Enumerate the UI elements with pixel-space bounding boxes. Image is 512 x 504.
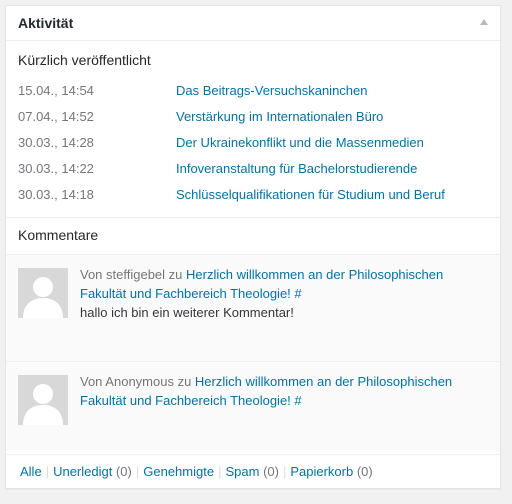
comment-text: Von Anonymous zu Herzlich willkommen an …: [80, 372, 480, 410]
comment-item: Von steffigebel zu Herzlich willkommen a…: [6, 254, 500, 361]
filter-count: (0): [115, 464, 132, 479]
comments-list: Von steffigebel zu Herzlich willkommen a…: [6, 254, 500, 451]
widget-title: Aktivität: [18, 15, 74, 31]
comment-author: Von steffigebel zu: [80, 267, 187, 282]
post-date: 30.03., 14:28: [18, 135, 94, 150]
filter-trash[interactable]: Papierkorb (0): [290, 463, 372, 481]
comment-permalink[interactable]: #: [294, 393, 301, 408]
triangle-up-icon[interactable]: [480, 19, 488, 25]
post-date: 07.04., 14:52: [18, 109, 94, 124]
filter-pending[interactable]: Unerledigt (0): [53, 463, 132, 481]
list-item: 07.04., 14:52 Verstärkung im Internation…: [18, 108, 488, 134]
filter-approved[interactable]: Genehmigte: [143, 463, 214, 481]
filter-link[interactable]: Papierkorb: [290, 464, 353, 479]
post-link[interactable]: Verstärkung im Internationalen Büro: [176, 108, 383, 126]
list-item: 15.04., 14:54 Das Beitrags-Versuchskanin…: [18, 82, 488, 108]
avatar: [18, 268, 68, 318]
avatar-placeholder-icon: [18, 375, 68, 425]
filter-count: (0): [356, 464, 373, 479]
widget-header[interactable]: Aktivität: [6, 6, 500, 41]
comment-item: Von Anonymous zu Herzlich willkommen an …: [6, 361, 500, 451]
post-date: 30.03., 14:18: [18, 187, 94, 202]
avatar-placeholder-icon: [18, 268, 68, 318]
separator: |: [218, 464, 222, 479]
activity-widget: Aktivität Kürzlich veröffentlicht 15.04.…: [5, 5, 501, 489]
comment-author: Von Anonymous zu: [80, 374, 195, 389]
post-link[interactable]: Schlüsselqualifikationen für Studium und…: [176, 186, 445, 204]
list-item: 30.03., 14:28 Der Ukrainekonflikt und di…: [18, 134, 488, 160]
separator: |: [45, 464, 50, 479]
post-link[interactable]: Infoveranstaltung für Bachelorstudierend…: [176, 160, 417, 178]
filter-link[interactable]: Unerledigt: [53, 464, 112, 479]
post-date: 15.04., 14:54: [18, 83, 94, 98]
comment-permalink[interactable]: #: [294, 286, 301, 301]
avatar: [18, 375, 68, 425]
post-link[interactable]: Der Ukrainekonflikt und die Massenmedien: [176, 134, 424, 152]
post-link[interactable]: Das Beitrags-Versuchskaninchen: [176, 82, 368, 100]
filter-count: (0): [263, 464, 279, 479]
comment-body: hallo ich bin ein weiterer Kommentar!: [80, 305, 294, 320]
recent-heading: Kürzlich veröffentlicht: [18, 52, 151, 68]
divider: [6, 217, 500, 218]
comment-filter-bar: Alle | Unerledigt (0) | Genehmigte | Spam (0) |…: [6, 454, 500, 488]
filter-link[interactable]: Alle: [20, 464, 42, 479]
list-item: 30.03., 14:22 Infoveranstaltung für Bach…: [18, 160, 488, 186]
filter-link[interactable]: Spam: [225, 464, 259, 479]
comments-heading: Kommentare: [18, 227, 99, 243]
separator: |: [282, 464, 287, 479]
post-date: 30.03., 14:22: [18, 161, 94, 176]
separator: |: [135, 464, 140, 479]
comment-text: Von steffigebel zu Herzlich willkommen a…: [80, 265, 480, 322]
filter-spam[interactable]: Spam (0): [225, 463, 278, 481]
filter-all[interactable]: Alle: [20, 463, 42, 481]
filter-link[interactable]: Genehmigte: [143, 464, 214, 479]
recent-posts-list: 15.04., 14:54 Das Beitrags-Versuchskanin…: [18, 82, 488, 212]
list-item: 30.03., 14:18 Schlüsselqualifikationen f…: [18, 186, 488, 212]
